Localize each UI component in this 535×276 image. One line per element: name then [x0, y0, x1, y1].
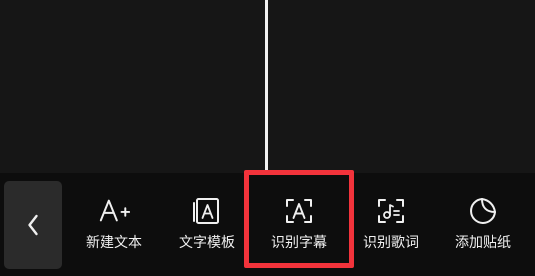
recognize-subtitle-label: 识别字幕 — [271, 235, 327, 251]
text-template-button[interactable]: 文字模板 — [161, 181, 253, 269]
add-sticker-button[interactable]: 添加贴纸 — [437, 181, 529, 269]
add-sticker-icon — [467, 195, 499, 227]
playhead-line[interactable] — [265, 0, 268, 171]
new-text-label: 新建文本 — [86, 235, 142, 251]
recognize-lyrics-icon — [375, 195, 407, 227]
add-text-icon — [98, 195, 130, 227]
recognize-subtitle-button[interactable]: 识别字幕 — [253, 181, 345, 269]
back-button[interactable] — [4, 181, 62, 269]
recognize-subtitle-icon — [283, 195, 315, 227]
recognize-lyrics-label: 识别歌词 — [363, 235, 419, 251]
editor-screen: 新建文本 文字模板 识别字幕 识别歌词 添加贴纸 — [0, 0, 535, 276]
add-sticker-label: 添加贴纸 — [455, 235, 511, 251]
chevron-left-icon — [28, 214, 38, 236]
text-template-icon — [191, 195, 223, 227]
new-text-button[interactable]: 新建文本 — [68, 181, 160, 269]
recognize-lyrics-button[interactable]: 识别歌词 — [345, 181, 437, 269]
text-template-label: 文字模板 — [179, 235, 235, 251]
